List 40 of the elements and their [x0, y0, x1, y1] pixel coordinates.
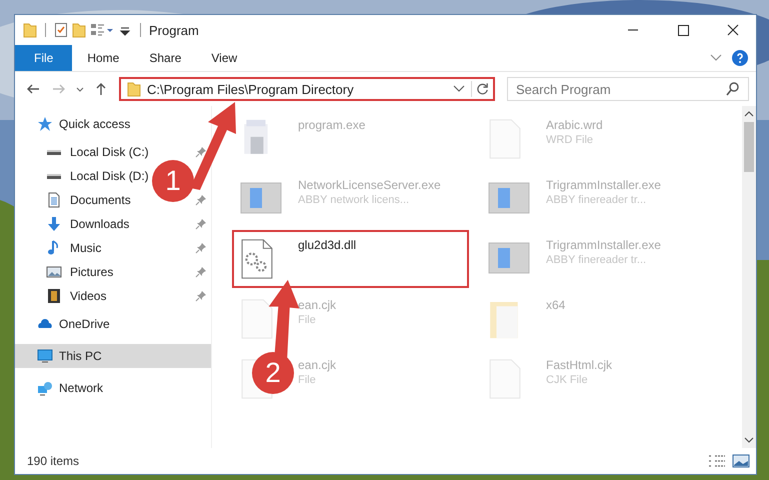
sidebar-item[interactable]: Pictures [70, 265, 114, 279]
file-name: NetworkLicenseServer.exe [298, 178, 441, 192]
file-type: File [298, 314, 317, 326]
file-type: File [298, 374, 317, 386]
search-field[interactable]: Search Program [507, 77, 749, 101]
address-path: C:\Program Files\Program Directory [147, 82, 355, 96]
sidebar-label: This PC [59, 349, 102, 363]
file-name: TrigrammInstaller.exe [546, 238, 661, 252]
window-title: Program [149, 22, 199, 38]
item-count: 190 items [27, 454, 80, 468]
sidebar-item[interactable]: This PC [15, 344, 211, 368]
sidebar-label: Network [59, 381, 104, 395]
file-name: program.exe [298, 118, 366, 132]
sidebar-item[interactable]: Downloads [70, 217, 130, 231]
sidebar-item[interactable]: OneDrive [15, 312, 116, 336]
sidebar-item[interactable]: Network [15, 376, 110, 400]
sidebar-item[interactable]: Music [70, 241, 102, 255]
file-name: ean.cjk [298, 298, 336, 312]
file-name: FastHtml.cjk [546, 358, 612, 372]
ribbon-tab[interactable]: Share [134, 45, 196, 71]
sidebar-item[interactable]: Local Disk (D:) [70, 169, 149, 183]
sidebar-label: OneDrive [59, 317, 110, 331]
file-name: TrigrammInstaller.exe [546, 178, 661, 192]
file-type: ABBY network licens... [298, 194, 410, 206]
sidebar-label: Quick access [59, 117, 130, 131]
sidebar-item[interactable]: Videos [70, 289, 106, 303]
sidebar-item[interactable]: Documents [70, 193, 131, 207]
file-name: x64 [546, 298, 566, 312]
file-name: Arabic.wrd [546, 118, 603, 132]
file-name: glu2d3d.dll [298, 238, 356, 252]
address-bar[interactable]: C:\Program Files\Program Directory [119, 77, 495, 101]
ribbon-tab[interactable]: Home [72, 45, 134, 71]
file-type: WRD File [546, 134, 594, 146]
ribbon-tab[interactable]: View [196, 45, 252, 71]
file-type: ABBY finereader tr... [546, 254, 648, 266]
file-type: ABBY finereader tr... [546, 194, 648, 206]
file-type: CJK File [546, 374, 589, 386]
sidebar-item[interactable]: Quick access [15, 112, 136, 136]
sidebar-item[interactable]: Local Disk (C:) [70, 145, 149, 159]
file-name: ean.cjk [298, 358, 336, 372]
